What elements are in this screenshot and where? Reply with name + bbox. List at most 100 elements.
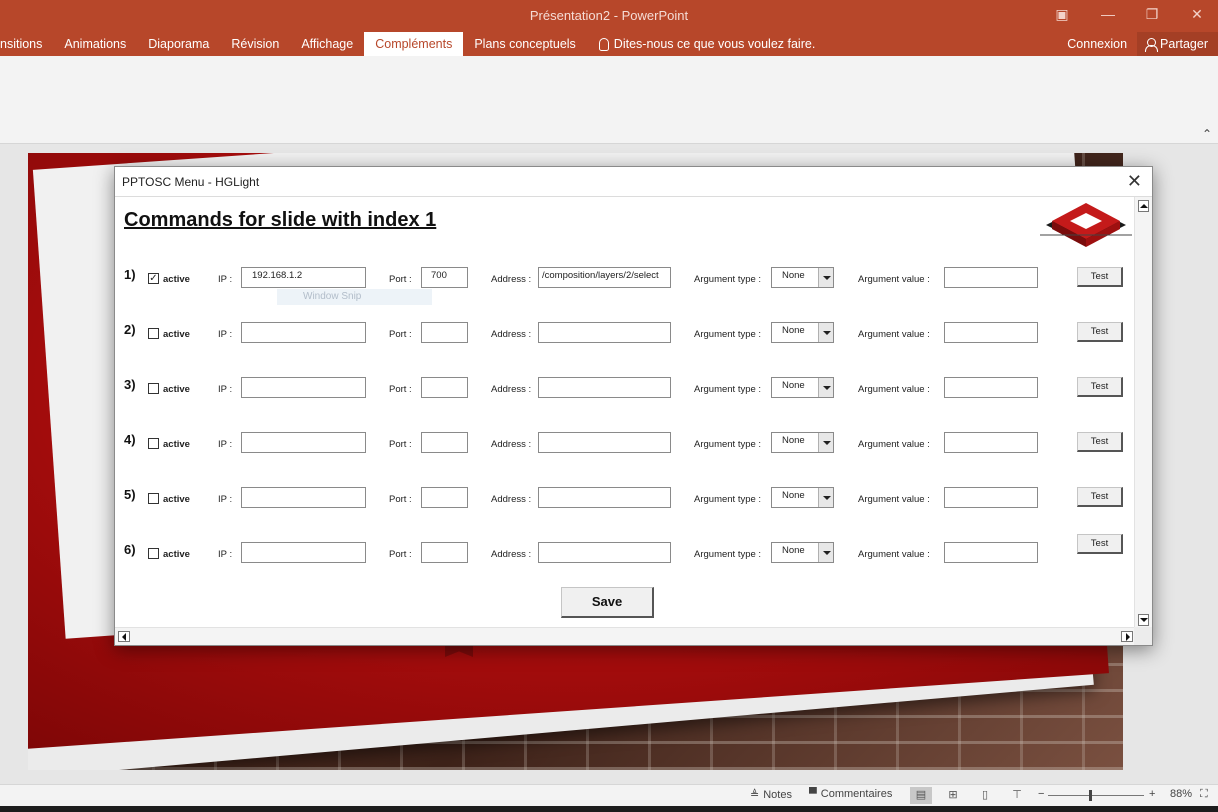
ip-input[interactable] <box>241 542 366 563</box>
collapse-ribbon-icon[interactable]: ⌃ <box>1202 127 1212 141</box>
row-number: 3) <box>124 377 136 392</box>
zoom-slider-thumb[interactable] <box>1089 790 1092 801</box>
horizontal-scrollbar[interactable] <box>115 627 1136 645</box>
zoom-out-icon[interactable]: − <box>1038 788 1044 800</box>
share-button[interactable]: Partager <box>1137 32 1218 56</box>
tab-diaporama[interactable]: Diaporama <box>137 32 220 56</box>
test-button[interactable]: Test <box>1077 322 1123 342</box>
test-button[interactable]: Test <box>1077 487 1123 507</box>
ip-input[interactable] <box>241 432 366 453</box>
address-label: Address : <box>491 549 532 560</box>
argument-value-input[interactable] <box>944 322 1038 343</box>
tab-revision[interactable]: Révision <box>220 32 290 56</box>
tab-affichage[interactable]: Affichage <box>290 32 364 56</box>
row-number: 6) <box>124 542 136 557</box>
active-checkbox[interactable] <box>148 383 159 394</box>
taskbar <box>0 806 1218 812</box>
argument-type-select[interactable]: None <box>771 432 834 453</box>
argument-type-label: Argument type : <box>694 439 762 450</box>
vertical-scrollbar[interactable] <box>1134 197 1152 629</box>
argument-type-select[interactable]: None <box>771 542 834 563</box>
tab-complements[interactable]: Compléments <box>364 32 464 56</box>
notes-label: Notes <box>763 788 792 801</box>
active-label: active <box>163 439 190 450</box>
argument-type-select[interactable]: None <box>771 377 834 398</box>
argument-type-value: None <box>782 380 805 391</box>
tab-plans-conceptuels[interactable]: Plans conceptuels <box>463 32 586 56</box>
fit-slide-icon[interactable]: ⛶ <box>1200 788 1208 801</box>
argument-type-select[interactable]: None <box>771 487 834 508</box>
argument-value-label: Argument value : <box>858 494 930 505</box>
argument-value-input[interactable] <box>944 267 1038 288</box>
scroll-left-icon[interactable] <box>118 631 130 642</box>
minimize-icon[interactable]: — <box>1100 6 1116 22</box>
scroll-down-icon[interactable] <box>1138 614 1149 626</box>
address-input[interactable] <box>538 377 671 398</box>
chevron-down-icon[interactable] <box>818 543 833 562</box>
address-input[interactable] <box>538 542 671 563</box>
ip-input[interactable] <box>241 322 366 343</box>
close-window-icon[interactable]: ✕ <box>1189 6 1205 22</box>
ip-input[interactable]: 192.168.1.2 <box>241 267 366 288</box>
argument-value-input[interactable] <box>944 432 1038 453</box>
chevron-down-icon[interactable] <box>818 433 833 452</box>
ribbon-display-icon[interactable]: ▣ <box>1054 6 1070 22</box>
zoom-in-icon[interactable]: + <box>1149 788 1155 800</box>
tell-me-box[interactable]: Dites-nous ce que vous voulez faire. <box>587 32 816 56</box>
chevron-down-icon[interactable] <box>818 488 833 507</box>
active-checkbox[interactable] <box>148 438 159 449</box>
connexion-link[interactable]: Connexion <box>1057 37 1137 51</box>
argument-value-label: Argument value : <box>858 329 930 340</box>
tell-me-text: Dites-nous ce que vous voulez faire. <box>613 37 816 51</box>
argument-type-select[interactable]: None <box>771 267 834 288</box>
address-input[interactable] <box>538 487 671 508</box>
chevron-down-icon[interactable] <box>818 323 833 342</box>
port-input[interactable] <box>421 432 468 453</box>
port-input[interactable]: 700 <box>421 267 468 288</box>
port-input[interactable] <box>421 487 468 508</box>
command-row: 2) active IP : Port : Address : Argument… <box>115 322 1125 346</box>
test-button[interactable]: Test <box>1077 377 1123 397</box>
window-title: Présentation2 - PowerPoint <box>529 8 689 23</box>
argument-type-label: Argument type : <box>694 549 762 560</box>
reading-view-icon[interactable]: ▯ <box>974 787 996 804</box>
active-checkbox[interactable] <box>148 493 159 504</box>
scroll-up-icon[interactable] <box>1138 200 1149 212</box>
save-button[interactable]: Save <box>561 587 654 618</box>
scroll-right-icon[interactable] <box>1121 631 1133 642</box>
tab-transitions[interactable]: nsitions <box>0 32 53 56</box>
normal-view-icon[interactable]: ▤ <box>910 787 932 804</box>
restore-icon[interactable]: ❐ <box>1144 6 1160 22</box>
comments-button[interactable]: ▀ Commentaires <box>809 788 892 800</box>
ribbon-panel: ⌃ <box>0 56 1218 144</box>
ip-input[interactable] <box>241 487 366 508</box>
active-checkbox[interactable] <box>148 328 159 339</box>
zoom-level[interactable]: 88% <box>1170 788 1192 800</box>
test-button[interactable]: Test <box>1077 432 1123 452</box>
close-icon[interactable]: ✕ <box>1127 171 1142 191</box>
tab-animations[interactable]: Animations <box>53 32 137 56</box>
address-input[interactable] <box>538 322 671 343</box>
test-button[interactable]: Test <box>1077 267 1123 287</box>
argument-value-input[interactable] <box>944 487 1038 508</box>
zoom-slider[interactable] <box>1048 795 1144 796</box>
test-button[interactable]: Test <box>1077 534 1123 554</box>
port-input[interactable] <box>421 377 468 398</box>
active-checkbox[interactable]: ✓ <box>148 273 159 284</box>
port-input[interactable] <box>421 322 468 343</box>
notes-button[interactable]: ≜ Notes <box>750 788 792 802</box>
active-checkbox[interactable] <box>148 548 159 559</box>
argument-type-select[interactable]: None <box>771 322 834 343</box>
address-label: Address : <box>491 494 532 505</box>
ip-input[interactable] <box>241 377 366 398</box>
argument-value-input[interactable] <box>944 377 1038 398</box>
address-input[interactable]: /composition/layers/2/select <box>538 267 671 288</box>
chevron-down-icon[interactable] <box>818 378 833 397</box>
argument-value-input[interactable] <box>944 542 1038 563</box>
slideshow-view-icon[interactable]: ⊤ <box>1006 787 1028 804</box>
address-input[interactable] <box>538 432 671 453</box>
port-input[interactable] <box>421 542 468 563</box>
active-label: active <box>163 274 190 285</box>
chevron-down-icon[interactable] <box>818 268 833 287</box>
slide-sorter-icon[interactable]: ⊞ <box>942 787 964 804</box>
